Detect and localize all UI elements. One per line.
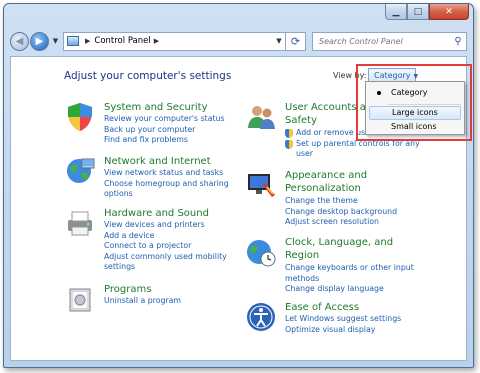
link-optimize-visual[interactable]: Optimize visual display bbox=[285, 325, 401, 336]
category-title[interactable]: Programs bbox=[104, 283, 151, 296]
minimize-button[interactable]: ▁ bbox=[385, 4, 407, 20]
forward-button[interactable]: ▶ bbox=[30, 31, 49, 51]
chevron-right-icon[interactable]: ▶ bbox=[154, 37, 159, 45]
category-title[interactable]: Hardware and Sound bbox=[104, 207, 209, 220]
search-box[interactable]: ⚲ bbox=[312, 31, 467, 51]
menu-item-category[interactable]: Category bbox=[369, 86, 461, 100]
link-mobility[interactable]: Adjust commonly used mobility bbox=[104, 252, 227, 263]
refresh-button[interactable]: ⟳ bbox=[286, 31, 306, 51]
close-button[interactable]: ✕ bbox=[429, 4, 469, 20]
category-title-line2[interactable]: Personalization bbox=[285, 182, 361, 195]
address-history-dropdown[interactable]: ▼ bbox=[273, 37, 285, 45]
category-title[interactable]: Network and Internet bbox=[104, 155, 211, 168]
control-panel-window: ▁ □ ✕ ◀ ▶ ▼ ▶ Control Panel ▶ ▼ ⟳ ⚲ Adju… bbox=[3, 3, 474, 368]
navigation-bar: ◀ ▶ ▼ ▶ Control Panel ▶ ▼ ⟳ ⚲ bbox=[10, 30, 467, 52]
link-screen-resolution[interactable]: Adjust screen resolution bbox=[285, 217, 397, 228]
link-windows-suggest[interactable]: Let Windows suggest settings bbox=[285, 314, 401, 325]
globe-network-icon bbox=[67, 158, 95, 183]
view-by-value: Category bbox=[374, 71, 411, 80]
view-by-label: View by: bbox=[333, 71, 367, 80]
page-title: Adjust your computer's settings bbox=[64, 70, 232, 82]
search-icon[interactable]: ⚲ bbox=[450, 36, 466, 47]
category-title[interactable]: Clock, Language, and bbox=[285, 236, 393, 249]
category-title[interactable]: Appearance and bbox=[285, 169, 367, 182]
address-bar[interactable]: ▶ Control Panel ▶ ▼ bbox=[63, 31, 286, 51]
link-find-fix[interactable]: Find and fix problems bbox=[104, 135, 225, 146]
breadcrumb-control-panel[interactable]: Control Panel bbox=[94, 36, 150, 46]
link-change-keyboards[interactable]: Change keyboards or other input bbox=[285, 263, 414, 274]
menu-item-small-icons[interactable]: Small icons bbox=[369, 120, 461, 134]
link-parental-controls[interactable]: Set up parental controls for any bbox=[285, 139, 420, 150]
link-uninstall[interactable]: Uninstall a program bbox=[104, 296, 181, 307]
link-display-language[interactable]: Change display language bbox=[285, 284, 414, 295]
shield-icon bbox=[68, 103, 92, 131]
search-input[interactable] bbox=[319, 36, 450, 46]
view-by-menu: Category Large icons Small icons bbox=[365, 81, 465, 135]
link-homegroup[interactable]: Choose homegroup and sharing bbox=[104, 179, 229, 190]
category-title-line2[interactable]: Safety bbox=[285, 114, 317, 127]
printer-icon bbox=[68, 211, 92, 236]
link-review-status[interactable]: Review your computer's status bbox=[104, 114, 225, 125]
category-title-line2[interactable]: Region bbox=[285, 249, 319, 262]
menu-separator bbox=[388, 104, 461, 105]
link-change-theme[interactable]: Change the theme bbox=[285, 196, 397, 207]
link-change-keyboards-cont[interactable]: methods bbox=[285, 274, 414, 285]
category-title[interactable]: Ease of Access bbox=[285, 301, 359, 314]
recent-pages-dropdown[interactable]: ▼ bbox=[51, 37, 60, 45]
programs-icon bbox=[69, 288, 91, 312]
link-network-status[interactable]: View network status and tasks bbox=[104, 168, 229, 179]
link-add-device[interactable]: Add a device bbox=[104, 231, 227, 242]
monitor-paint-icon bbox=[248, 174, 275, 197]
ease-of-access-icon bbox=[247, 303, 275, 331]
link-mobility-cont[interactable]: settings bbox=[104, 262, 227, 273]
chevron-right-icon[interactable]: ▶ bbox=[85, 37, 90, 45]
chevron-down-icon: ▼ bbox=[413, 73, 419, 80]
maximize-button[interactable]: □ bbox=[407, 4, 429, 20]
category-title[interactable]: System and Security bbox=[104, 101, 208, 114]
menu-item-large-icons[interactable]: Large icons bbox=[369, 106, 461, 120]
back-button[interactable]: ◀ bbox=[10, 31, 29, 51]
users-icon bbox=[248, 106, 275, 129]
link-desktop-background[interactable]: Change desktop background bbox=[285, 207, 397, 218]
caption-buttons: ▁ □ ✕ bbox=[385, 4, 469, 21]
link-back-up[interactable]: Back up your computer bbox=[104, 125, 225, 136]
link-homegroup-cont[interactable]: options bbox=[104, 189, 229, 200]
link-parental-controls-cont[interactable]: user bbox=[285, 149, 420, 160]
globe-clock-icon bbox=[247, 240, 276, 267]
link-projector[interactable]: Connect to a projector bbox=[104, 241, 227, 252]
link-devices-printers[interactable]: View devices and printers bbox=[104, 220, 227, 231]
control-panel-icon bbox=[67, 36, 79, 46]
